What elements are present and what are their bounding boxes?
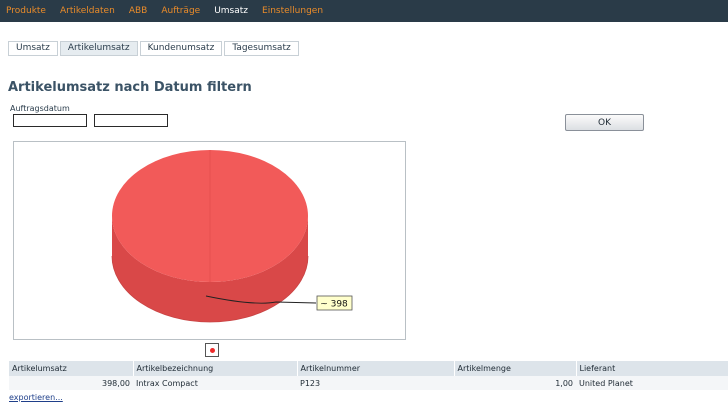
cell-lieferant: United Planet [576, 376, 728, 390]
nav-item-umsatz[interactable]: Umsatz [214, 6, 248, 16]
nav-item-artikeldaten[interactable]: Artikeldaten [60, 6, 115, 16]
tab-artikelumsatz[interactable]: Artikelumsatz [59, 41, 138, 56]
tab-tagesumsatz[interactable]: Tagesumsatz [224, 41, 299, 56]
nav-item-produkte[interactable]: Produkte [6, 6, 46, 16]
column-header-artikelnummer[interactable]: Artikelnummer [297, 361, 455, 376]
table-row[interactable]: 398,00 Intrax Compact P123 1,00 United P… [9, 376, 728, 390]
tab-umsatz[interactable]: Umsatz [8, 41, 58, 56]
nav-item-auftraege[interactable]: Aufträge [161, 6, 200, 16]
column-header-artikelmenge[interactable]: Artikelmenge [454, 361, 577, 376]
date-from-input[interactable] [13, 114, 87, 127]
pie-chart: ~ 398 [111, 150, 353, 323]
date-label: Auftragsdatum [10, 104, 70, 113]
ok-button[interactable]: OK [565, 114, 644, 131]
results-table: Artikelumsatz Artikelbezeichnung Artikel… [9, 361, 728, 390]
sub-tabs: Umsatz Artikelumsatz Kundenumsatz Tagesu… [8, 41, 301, 56]
tab-kundenumsatz[interactable]: Kundenumsatz [139, 41, 223, 56]
column-header-artikelbezeichnung[interactable]: Artikelbezeichnung [133, 361, 298, 376]
data-label-398: ~ 398 [320, 300, 348, 310]
page-title: Artikelumsatz nach Datum filtern [8, 80, 252, 95]
cell-artikelnummer: P123 [297, 376, 454, 390]
export-link[interactable]: exportieren... [9, 393, 63, 402]
cell-artikelumsatz: 398,00 [9, 376, 133, 390]
table-header-row: Artikelumsatz Artikelbezeichnung Artikel… [9, 361, 728, 376]
legend-item[interactable] [205, 343, 219, 357]
top-navigation: Produkte Artikeldaten ABB Aufträge Umsat… [0, 0, 728, 22]
chart-panel: ~ 398 [13, 141, 406, 340]
cell-artikelbezeichnung: Intrax Compact [133, 376, 297, 390]
column-header-artikelumsatz[interactable]: Artikelumsatz [9, 361, 134, 376]
column-header-lieferant[interactable]: Lieferant [576, 361, 728, 376]
cell-artikelmenge: 1,00 [454, 376, 576, 390]
legend-marker-icon [210, 348, 215, 353]
nav-item-einstellungen[interactable]: Einstellungen [262, 6, 323, 16]
date-to-input[interactable] [94, 114, 168, 127]
nav-item-abb[interactable]: ABB [129, 6, 148, 16]
